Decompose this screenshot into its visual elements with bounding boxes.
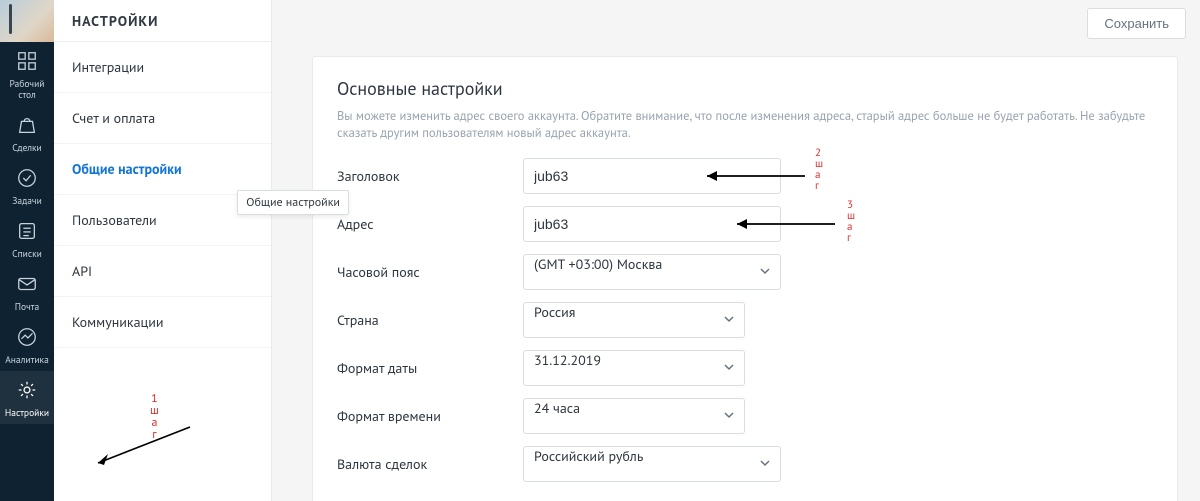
rail-lists[interactable]: Списки — [0, 212, 54, 265]
main-content: Сохранить Основные настройки Вы можете и… — [272, 0, 1200, 501]
envelope-icon — [16, 273, 38, 298]
topbar: Сохранить — [1087, 8, 1186, 39]
left-rail: Рабочийстол Сделки Задачи Списки Почта — [0, 0, 54, 501]
annotation-step2: 2шаг — [815, 148, 823, 192]
annotation-step1: 1 ш а г — [150, 393, 159, 441]
label-country: Страна — [337, 311, 523, 329]
rail-label: Списки — [0, 248, 54, 259]
bag-icon — [16, 114, 38, 139]
label-title: Заголовок — [337, 167, 523, 185]
select-timeformat[interactable]: 24 часа — [523, 398, 745, 434]
rail-deals[interactable]: Сделки — [0, 106, 54, 159]
list-icon — [16, 220, 38, 245]
row-title: Заголовок 2шаг — [337, 158, 1153, 194]
avatar[interactable] — [0, 0, 54, 42]
rail-label: Настройки — [0, 407, 54, 418]
subnav-billing[interactable]: Счет и оплата — [54, 93, 271, 144]
arrow-icon — [90, 423, 200, 471]
label-timeformat: Формат времени — [337, 407, 523, 425]
rail-label: Задачи — [0, 195, 54, 206]
rail-label: Аналитика — [0, 354, 54, 365]
rail-analytics[interactable]: Аналитика — [0, 318, 54, 371]
row-currency: Валюта сделок Российский рубль — [337, 446, 1153, 482]
input-address[interactable] — [523, 206, 781, 242]
row-country: Страна Россия — [337, 302, 1153, 338]
rail-label: Рабочийстол — [0, 78, 54, 100]
analytics-icon — [16, 326, 38, 351]
rail-tasks[interactable]: Задачи — [0, 159, 54, 212]
subnav-general[interactable]: Общие настройки — [54, 144, 271, 195]
label-timezone: Часовой пояс — [337, 263, 523, 281]
rail-dashboard[interactable]: Рабочийстол — [0, 42, 54, 106]
label-currency: Валюта сделок — [337, 455, 523, 473]
row-timeformat: Формат времени 24 часа — [337, 398, 1153, 434]
subnav-title: НАСТРОЙКИ — [54, 0, 271, 42]
subnav-communications[interactable]: Коммуникации — [54, 297, 271, 348]
gear-icon — [16, 379, 38, 404]
settings-subnav: НАСТРОЙКИ Интеграции Счет и оплата Общие… — [54, 0, 272, 501]
general-settings-panel: Основные настройки Вы можете изменить ад… — [312, 56, 1178, 501]
label-address: Адрес — [337, 215, 523, 233]
row-timezone: Часовой пояс (GMT +03:00) Москва — [337, 254, 1153, 290]
rail-label: Сделки — [0, 142, 54, 153]
tooltip-general: Общие настройки — [237, 190, 349, 215]
panel-hint: Вы можете изменить адрес своего аккаунта… — [337, 108, 1153, 142]
input-title[interactable] — [523, 158, 781, 194]
rail-label: Почта — [0, 301, 54, 312]
select-country[interactable]: Россия — [523, 302, 745, 338]
row-address: Адрес 3шаг — [337, 206, 1153, 242]
panel-heading: Основные настройки — [337, 77, 1153, 100]
grid-icon — [16, 50, 38, 75]
annotation-step3: 3шаг — [847, 200, 855, 244]
select-currency[interactable]: Российский рубль — [523, 446, 781, 482]
select-dateformat[interactable]: 31.12.2019 — [523, 350, 745, 386]
subnav-api[interactable]: API — [54, 246, 271, 297]
rail-mail[interactable]: Почта — [0, 265, 54, 318]
save-button[interactable]: Сохранить — [1087, 8, 1186, 39]
row-dateformat: Формат даты 31.12.2019 — [337, 350, 1153, 386]
rail-settings[interactable]: Настройки — [0, 371, 54, 424]
subnav-integrations[interactable]: Интеграции — [54, 42, 271, 93]
select-timezone[interactable]: (GMT +03:00) Москва — [523, 254, 781, 290]
label-dateformat: Формат даты — [337, 359, 523, 377]
check-circle-icon — [16, 167, 38, 192]
